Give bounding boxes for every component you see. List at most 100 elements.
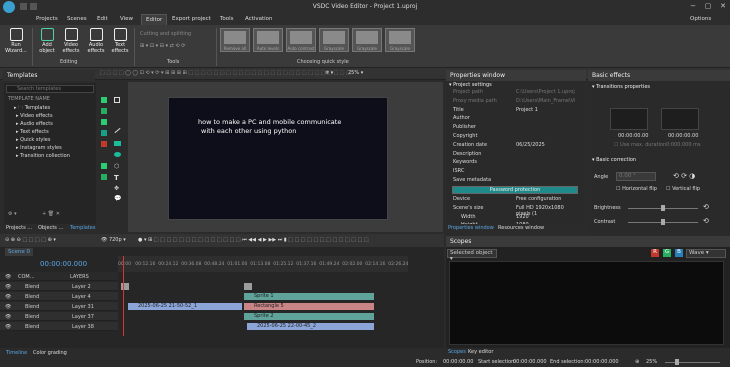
tab-templates[interactable]: Templates: [70, 225, 95, 231]
status-zoom-slider[interactable]: [665, 359, 720, 365]
reset-brightness-icon[interactable]: ⟲: [703, 203, 709, 211]
tool-pointer-icon[interactable]: [114, 97, 120, 103]
channel-r-toggle[interactable]: R: [651, 249, 659, 257]
transitions-section[interactable]: ▾ Transitions properties: [592, 84, 650, 90]
close-button[interactable]: ✕: [718, 2, 728, 11]
tool-audio-icon[interactable]: [101, 108, 107, 114]
scene-tab[interactable]: Scene 0: [5, 248, 34, 256]
quality-select[interactable]: 👁 720p ▾: [101, 237, 126, 243]
style-grayscale-1[interactable]: Grayscale: [319, 28, 349, 52]
templates-tools-row[interactable]: ⚙ ▾ + 🗑 ✕: [8, 211, 60, 217]
status-zoom-icon[interactable]: ⊕: [635, 359, 639, 365]
transport-left-icons[interactable]: ⊝ ⊕ ⊖ ⬚ ⬚ ⬚ ⬚ ⊕ ▾: [5, 237, 56, 243]
use-max-duration-checkbox[interactable]: ☐ Use max. duration: [614, 142, 666, 148]
transition-out-box[interactable]: [661, 108, 699, 130]
tool-chart-icon[interactable]: [101, 163, 107, 169]
duration-field[interactable]: 0:000.000 ms: [666, 142, 701, 148]
tab-key-editor[interactable]: Key editor: [468, 349, 493, 355]
menu-projects[interactable]: Projects: [36, 16, 58, 22]
property-row[interactable]: Keywords: [451, 159, 578, 167]
minimize-button[interactable]: −: [688, 2, 698, 11]
tool-image-icon[interactable]: [101, 119, 107, 125]
text-effects-button[interactable]: Text effects: [108, 28, 132, 54]
vertical-flip-checkbox[interactable]: ☐ Vertical flip: [666, 186, 700, 192]
property-value[interactable]: [514, 115, 576, 122]
property-row[interactable]: ISRC: [451, 168, 578, 176]
run-wizard-button[interactable]: Run Wizard...: [3, 28, 29, 54]
property-value[interactable]: [514, 124, 576, 131]
track-layer-2[interactable]: 👁 Blend Layer 2: [0, 282, 118, 291]
template-item-text-effects[interactable]: ▸ Text effects: [16, 129, 49, 135]
clip-video-2[interactable]: 2025-06-25 22-00-45_2: [247, 323, 374, 330]
scene-canvas[interactable]: how to make a PC and mobile communicate …: [168, 97, 388, 220]
toolbar-icons[interactable]: ⬚ ⬚ ⬚ ⬚ ◯ ◯ ⊡ ⟲ ▾ ⟳ ▾ ⊞ ⊞ ⊞ ⊞ ⬚ ⬚ ⬚ ⬚ ⬚ …: [100, 70, 351, 76]
audio-effects-button[interactable]: Audio effects: [84, 28, 108, 54]
playback-controls[interactable]: ● ▾ ⊞ ⬚ ⬚ ⬚ ⬚ ⬚ ⬚ ⬚ ⬚ ⬚ ⬚ ⬚ ⬚ ⬚ ⬚ ⏮ ◀◀ ◀…: [138, 237, 369, 243]
menu-editor[interactable]: Editor: [141, 14, 168, 25]
track-eye-icon[interactable]: 👁: [5, 314, 11, 320]
canvas-text-line1[interactable]: how to make a PC and mobile communicate: [198, 118, 341, 126]
track-eye-icon[interactable]: 👁: [5, 304, 11, 310]
tool-subtitle-icon[interactable]: [101, 174, 107, 180]
track-eye-icon[interactable]: 👁: [5, 324, 11, 330]
contrast-slider[interactable]: [628, 219, 698, 225]
clip-sprite-1[interactable]: Sprite 1: [244, 293, 374, 300]
property-value[interactable]: Project 1: [514, 107, 576, 114]
property-row[interactable]: Copyright: [451, 133, 578, 141]
cutting-splitting-button[interactable]: Cutting and splitting: [140, 31, 191, 37]
property-value[interactable]: [514, 159, 576, 166]
template-item-audio-effects[interactable]: ▸ Audio effects: [16, 121, 53, 127]
property-value[interactable]: Full HD 1920x1080 pixels (1: [514, 205, 576, 217]
tools-icons-row[interactable]: ⊞ ▾ ⊡ ▾ ⊟ ▾ ⇄ ⟲ ⟳: [140, 43, 185, 49]
property-row[interactable]: Width 1920: [451, 214, 578, 222]
menu-activation[interactable]: Activation: [245, 16, 273, 22]
visibility-icon[interactable]: 👁: [5, 274, 11, 280]
track-layer-37[interactable]: 👁 Blend Layer 37: [0, 312, 118, 321]
style-auto-levels[interactable]: Auto levels: [253, 28, 283, 52]
menu-view[interactable]: View: [120, 16, 133, 22]
property-value[interactable]: [514, 151, 576, 158]
track-eye-icon[interactable]: 👁: [5, 294, 11, 300]
clip-sprite-2[interactable]: Sprite 2: [244, 313, 374, 320]
tab-resources-window[interactable]: Resources window: [498, 225, 544, 231]
property-row[interactable]: Project path C:\Users\Project 1.uproj: [451, 89, 578, 97]
channel-g-toggle[interactable]: G: [663, 249, 671, 257]
tool-rectangle-icon[interactable]: [114, 141, 121, 146]
tab-scopes[interactable]: Scopes: [448, 349, 466, 355]
maximize-button[interactable]: ▢: [703, 2, 713, 11]
playhead[interactable]: [123, 256, 124, 336]
video-effects-button[interactable]: Video effects: [59, 28, 83, 54]
template-item-templates[interactable]: ▸ 🗀 Templates: [14, 105, 50, 113]
basic-correction-section[interactable]: ▾ Basic correction: [592, 157, 636, 163]
track-layer-4[interactable]: 👁 Blend Layer 4: [0, 292, 118, 301]
template-item-transition-collection[interactable]: ▸ Transition collection: [16, 153, 70, 159]
style-grayscale-3[interactable]: Grayscale: [385, 28, 415, 52]
scope-mode-select[interactable]: Wave ▾: [686, 249, 726, 258]
add-object-button[interactable]: Add object: [36, 28, 58, 54]
tool-comment-icon[interactable]: 💬: [114, 195, 121, 202]
tab-objects[interactable]: Objects ...: [38, 225, 63, 231]
project-settings-section[interactable]: ▾ Project settings: [449, 82, 492, 88]
tab-properties-window[interactable]: Properties window: [448, 225, 494, 231]
clip-video-1[interactable]: 2025-06-25 21-50-52_1: [128, 303, 242, 310]
property-row[interactable]: Save metadata: [451, 177, 578, 185]
template-item-quick-styles[interactable]: ▸ Quick styles: [16, 137, 50, 143]
clip-layer2b[interactable]: [244, 283, 252, 290]
tool-free-shape-icon[interactable]: ⬡: [114, 163, 119, 170]
menu-export-project[interactable]: Export project: [172, 16, 211, 22]
property-value[interactable]: D:\Users\Main_Frame\Vi: [514, 98, 576, 105]
property-value[interactable]: 1920: [514, 214, 576, 221]
menu-edit[interactable]: Edit: [97, 16, 108, 22]
template-item-instagram-styles[interactable]: ▸ Instagram styles: [16, 145, 62, 151]
property-row[interactable]: Author: [451, 115, 578, 123]
canvas-text-line2[interactable]: with each other using python: [201, 127, 296, 135]
property-value[interactable]: Free configuration: [514, 196, 576, 203]
tool-text-icon[interactable]: [101, 130, 107, 136]
tool-move-icon[interactable]: ✥: [114, 185, 119, 192]
menu-scenes[interactable]: Scenes: [67, 16, 87, 22]
angle-input[interactable]: 0.00 °: [616, 172, 656, 181]
property-value[interactable]: [514, 168, 576, 175]
menu-tools[interactable]: Tools: [220, 16, 234, 22]
tool-ellipse-icon[interactable]: [114, 152, 121, 157]
property-row[interactable]: Description: [451, 151, 578, 159]
